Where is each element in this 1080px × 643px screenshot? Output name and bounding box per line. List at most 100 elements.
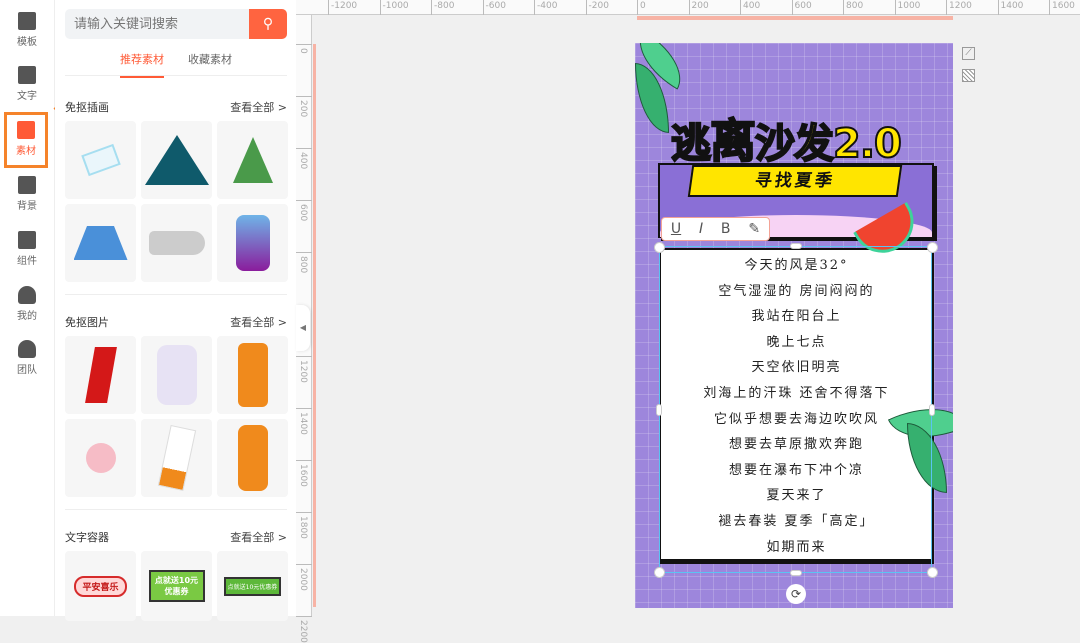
divider — [65, 75, 287, 76]
resize-handle[interactable] — [654, 567, 665, 578]
team-icon — [18, 340, 36, 358]
sidebar-item-text[interactable]: 文字 — [6, 60, 48, 110]
illustration-love-letter[interactable] — [65, 121, 136, 199]
illustration-hand[interactable] — [217, 204, 288, 282]
search-icon: ⚲ — [262, 16, 274, 32]
ruler-tick-label: 1200 — [296, 356, 312, 383]
ruler-tick-label: 1000 — [894, 0, 920, 15]
image-plus-icon — [17, 121, 35, 139]
icon-sidebar: 模板 文字 素材 背景 组件 我的 团队 — [0, 0, 55, 616]
photo-sunscreen-tube[interactable] — [141, 419, 212, 497]
poem-text-box[interactable]: 今天的风是32° 空气湿湿的 房间闷闷的 我站在阳台上 晚上七点 天空依旧明亮 刘海上的汗… — [659, 248, 934, 561]
horizontal-ruler[interactable]: -1200 -1000 -800 -600 -400 -200 0 200 400 600 800 1… — [296, 0, 1080, 15]
poem-line: 夏天来了 — [766, 488, 827, 504]
poster-canvas[interactable]: 寻找夏季 逃离沙发2.0 今天的风是32° 空气湿湿的 房间闷闷的 我站在阳台上 晚上… — [635, 43, 953, 608]
resize-handle[interactable] — [929, 404, 935, 416]
poem-line: 晚上七点 — [766, 334, 827, 350]
photo-pink-decor[interactable] — [65, 419, 136, 497]
search-box: ⚲ — [65, 9, 287, 39]
poem-line: 空气湿湿的 房间闷闷的 — [718, 283, 875, 299]
ruler-tick-text: 1800 — [298, 516, 308, 539]
poem-line: 我站在阳台上 — [751, 309, 842, 325]
text-container-item[interactable]: 平安喜乐 — [65, 551, 136, 621]
ruler-tick-label: 0 — [296, 44, 312, 54]
ruler-tick-text: 600 — [298, 204, 308, 222]
resize-handle[interactable] — [656, 404, 662, 416]
user-icon — [18, 286, 36, 304]
ruler-tick-text: 2000 — [298, 568, 308, 591]
resize-handle[interactable] — [790, 243, 802, 249]
section-title: 免抠图片 — [65, 316, 109, 329]
rotate-button[interactable]: ⟳ — [786, 584, 806, 604]
ruler-tick-text: 200 — [298, 100, 308, 118]
underline-button[interactable]: U — [671, 221, 681, 237]
sidebar-item-background[interactable]: 背景 — [6, 170, 48, 220]
collapse-panel-button[interactable]: ◀ — [296, 305, 310, 351]
text-icon — [18, 66, 36, 84]
photo-person[interactable] — [141, 336, 212, 414]
ruler-tick-text: 1600 — [298, 464, 308, 487]
ruler-tick-label: -800 — [431, 0, 454, 15]
sidebar-item-template[interactable]: 模板 — [6, 6, 48, 56]
divider — [65, 509, 287, 510]
divider — [65, 294, 287, 295]
pen-icon[interactable]: ✎ — [748, 221, 760, 237]
crop-icon[interactable]: ⟋ — [962, 47, 975, 60]
resize-handle[interactable] — [927, 567, 938, 578]
search-input[interactable] — [65, 9, 245, 39]
ruler-tick-label: -1000 — [379, 0, 409, 15]
text-container-item[interactable]: 点就送10元优惠券 — [217, 551, 288, 621]
sidebar-item-material[interactable]: 素材 — [4, 112, 48, 168]
background-pattern-icon[interactable] — [962, 69, 975, 82]
photo-red-ribbon[interactable] — [65, 336, 136, 414]
illustration-mountain[interactable] — [141, 121, 212, 199]
ruler-tick-text: 800 — [298, 256, 308, 274]
poem-line: 褪去春装 夏季「高定」 — [718, 513, 875, 529]
illustration-caravan[interactable] — [141, 204, 212, 282]
ruler-tick-text: 0 — [298, 48, 308, 54]
ruler-tick-label: -400 — [534, 0, 557, 15]
photo-sunscreen[interactable] — [217, 336, 288, 414]
view-all-link[interactable]: 查看全部 > — [230, 99, 287, 115]
text-format-toolbar: U I B ✎ — [661, 217, 770, 241]
photo-sunscreen-bottle[interactable] — [217, 419, 288, 497]
ruler-tick-label: 0 — [637, 0, 646, 15]
ruler-tick-label: 1400 — [296, 408, 312, 435]
ruler-tick-label: 1400 — [997, 0, 1023, 15]
italic-button[interactable]: I — [699, 221, 703, 237]
ruler-tick-label: 200 — [688, 0, 709, 15]
sidebar-item-component[interactable]: 组件 — [6, 225, 48, 275]
ruler-selection-guide — [637, 16, 953, 20]
tab-recommended[interactable]: 推荐素材 — [120, 51, 164, 78]
text-container-item[interactable]: 点就送10元 优惠券 — [141, 551, 212, 621]
material-panel: ⚲ 推荐素材 收藏素材 免抠插画 查看全部 > 免抠图片 查看全部 > 文字容器… — [55, 0, 296, 621]
tab-favorites[interactable]: 收藏素材 — [188, 51, 232, 67]
ruler-tick-label: 800 — [843, 0, 863, 15]
resize-handle[interactable] — [654, 242, 665, 253]
ruler-tick-text: 400 — [298, 152, 308, 170]
view-all-link[interactable]: 查看全部 > — [230, 314, 287, 330]
illustration-tent[interactable] — [65, 204, 136, 282]
resize-handle[interactable] — [927, 242, 938, 253]
poem-line: 今天的风是32° — [744, 258, 849, 273]
ruler-tick-label: 600 — [296, 200, 312, 221]
sidebar-item-team[interactable]: 团队 — [6, 334, 48, 384]
ruler-tick-label: 1600 — [296, 460, 312, 487]
poem-line: 如期而来 — [766, 539, 827, 555]
poster-title[interactable]: 逃离沙发2.0 — [670, 105, 903, 171]
template-icon — [18, 12, 36, 30]
ruler-tick-label: 200 — [296, 96, 312, 117]
sidebar-item-mine[interactable]: 我的 — [6, 280, 48, 330]
bold-button[interactable]: B — [721, 221, 731, 237]
poem-line: 天空依旧明亮 — [751, 360, 842, 376]
search-button[interactable]: ⚲ — [249, 9, 287, 39]
ruler-tick-label: 400 — [296, 148, 312, 169]
ruler-tick-label: 1200 — [946, 0, 972, 15]
ruler-tick-label: -1200 — [328, 0, 357, 15]
background-icon — [18, 176, 36, 194]
ruler-tick-label: 2000 — [296, 564, 312, 591]
view-all-link[interactable]: 查看全部 > — [230, 529, 287, 545]
resize-handle[interactable] — [790, 570, 802, 576]
illustration-trees[interactable] — [217, 121, 288, 199]
ruler-tick-label: -600 — [482, 0, 506, 15]
